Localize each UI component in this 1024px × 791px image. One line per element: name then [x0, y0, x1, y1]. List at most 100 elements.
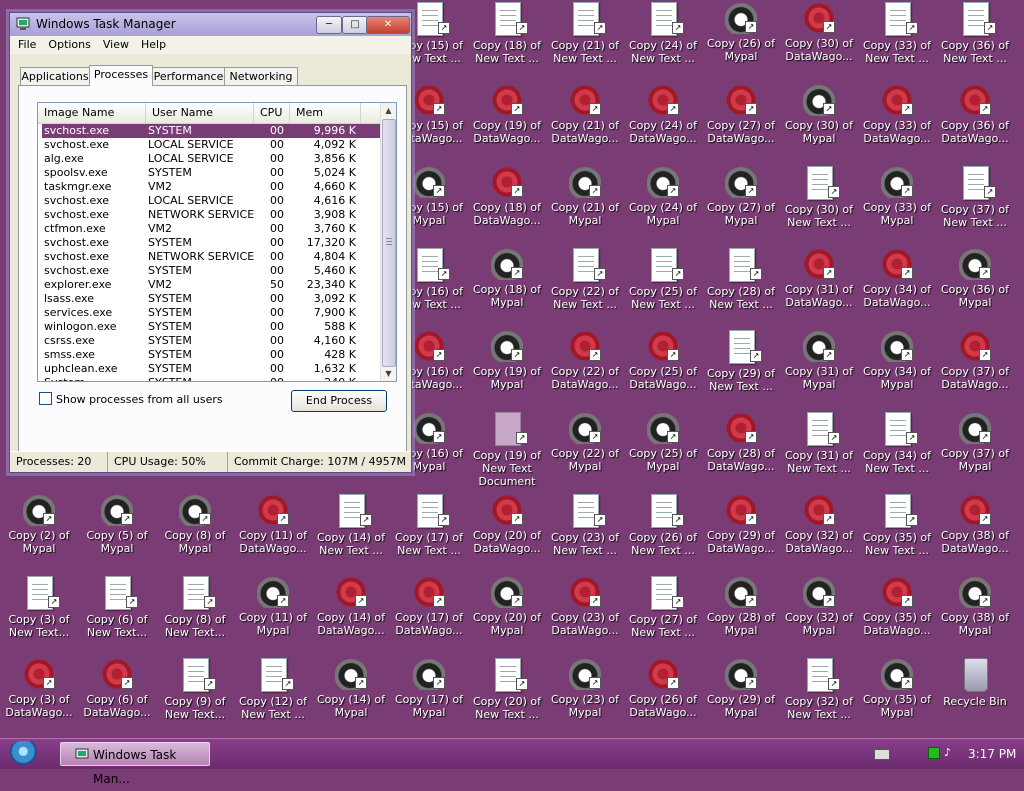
- desktop-icon[interactable]: ↗ Copy (18) of DataWago...: [468, 166, 546, 227]
- desktop-icon[interactable]: ↗ Copy (28) of New Text ...: [702, 248, 780, 311]
- desktop-icon[interactable]: ↗ Copy (31) of Mypal: [780, 330, 858, 391]
- table-row[interactable]: svchost.exe SYSTEM 00 9,996 K: [42, 124, 381, 138]
- scroll-thumb[interactable]: [382, 119, 396, 367]
- desktop-icon[interactable]: ↗ Copy (17) of Mypal: [390, 658, 468, 719]
- desktop-icon[interactable]: ↗ Copy (14) of New Text ...: [312, 494, 390, 557]
- desktop-icon[interactable]: ↗ Copy (20) of DataWago...: [468, 494, 546, 555]
- close-button[interactable]: ✕: [366, 16, 410, 34]
- column-user-name[interactable]: User Name: [146, 103, 254, 123]
- table-row[interactable]: System SYSTEM 00 240 K: [42, 376, 381, 381]
- tab-applications[interactable]: Applications: [20, 67, 90, 85]
- table-row[interactable]: ctfmon.exe VM2 00 3,760 K: [42, 222, 381, 236]
- desktop-icon[interactable]: ↗ Copy (2) of Mypal: [0, 494, 78, 555]
- menu-help[interactable]: Help: [135, 38, 172, 51]
- desktop-icon[interactable]: ↗ Copy (34) of Mypal: [858, 330, 936, 391]
- show-all-users-checkbox[interactable]: Show processes from all users: [39, 392, 223, 406]
- minimize-button[interactable]: ─: [316, 16, 342, 34]
- desktop-icon[interactable]: ↗ Copy (32) of Mypal: [780, 576, 858, 637]
- desktop-icon[interactable]: ↗ Copy (6) of New Text...: [78, 576, 156, 639]
- desktop-icon[interactable]: ↗ Copy (8) of New Text...: [156, 576, 234, 639]
- taskbar-task-manager-button[interactable]: Windows Task Man...: [60, 742, 210, 786]
- table-row[interactable]: svchost.exe NETWORK SERVICE 00 4,804 K: [42, 250, 381, 264]
- desktop-icon[interactable]: ↗ Copy (22) of Mypal: [546, 412, 624, 473]
- desktop-icon[interactable]: ↗ Copy (24) of Mypal: [624, 166, 702, 227]
- column-cpu[interactable]: CPU: [254, 103, 290, 123]
- desktop-icon[interactable]: ↗ Copy (33) of New Text ...: [858, 2, 936, 65]
- desktop-icon[interactable]: ↗ Copy (35) of Mypal: [858, 658, 936, 719]
- desktop-icon[interactable]: ↗ Copy (17) of New Text ...: [390, 494, 468, 557]
- desktop-icon[interactable]: ↗ Copy (19) of DataWago...: [468, 84, 546, 145]
- desktop-icon[interactable]: ↗ Copy (31) of New Text ...: [780, 412, 858, 475]
- desktop-icon[interactable]: ↗ Copy (34) of New Text ...: [858, 412, 936, 475]
- desktop-icon[interactable]: ↗ Copy (19) of New Text Document: [468, 412, 546, 488]
- title-bar[interactable]: Windows Task Manager ─ □ ✕: [10, 13, 411, 36]
- column-image-name[interactable]: Image Name: [38, 103, 146, 123]
- desktop-icon[interactable]: ↗ Copy (21) of DataWago...: [546, 84, 624, 145]
- desktop-icon[interactable]: ↗ Copy (32) of DataWago...: [780, 494, 858, 555]
- desktop-icon[interactable]: ↗ Copy (26) of DataWago...: [624, 658, 702, 719]
- clock[interactable]: 3:17 PM: [968, 739, 1016, 769]
- desktop-icon[interactable]: ↗ Copy (34) of DataWago...: [858, 248, 936, 309]
- desktop-icon[interactable]: ↗ Copy (26) of New Text ...: [624, 494, 702, 557]
- desktop-icon[interactable]: ↗ Copy (27) of DataWago...: [702, 84, 780, 145]
- table-row[interactable]: svchost.exe SYSTEM 00 17,320 K: [42, 236, 381, 250]
- desktop-icon[interactable]: ↗ Copy (23) of Mypal: [546, 658, 624, 719]
- desktop-icon[interactable]: ↗ Copy (28) of DataWago...: [702, 412, 780, 473]
- desktop-icon[interactable]: ↗ Copy (35) of New Text ...: [858, 494, 936, 557]
- desktop-icon[interactable]: ↗ Copy (27) of Mypal: [702, 166, 780, 227]
- desktop-icon[interactable]: ↗ Copy (29) of Mypal: [702, 658, 780, 719]
- desktop-icon[interactable]: ↗ Copy (24) of DataWago...: [624, 84, 702, 145]
- desktop-icon[interactable]: ↗ Copy (14) of Mypal: [312, 658, 390, 719]
- table-row[interactable]: services.exe SYSTEM 00 7,900 K: [42, 306, 381, 320]
- desktop-icon[interactable]: ↗ Copy (12) of New Text ...: [234, 658, 312, 721]
- desktop-icon[interactable]: ↗ Copy (29) of New Text ...: [702, 330, 780, 393]
- desktop-icon[interactable]: ↗ Copy (14) of DataWago...: [312, 576, 390, 637]
- desktop-icon[interactable]: ↗ Copy (26) of Mypal: [702, 2, 780, 63]
- keyboard-icon[interactable]: [874, 749, 890, 760]
- table-row[interactable]: uphclean.exe SYSTEM 00 1,632 K: [42, 362, 381, 376]
- desktop-icon[interactable]: ↗ Copy (29) of DataWago...: [702, 494, 780, 555]
- desktop-icon[interactable]: ↗ Copy (18) of New Text ...: [468, 2, 546, 65]
- desktop-icon[interactable]: ↗ Copy (3) of DataWago...: [0, 658, 78, 719]
- desktop-icon[interactable]: ↗ Copy (11) of Mypal: [234, 576, 312, 637]
- desktop-icon[interactable]: ↗ Copy (6) of DataWago...: [78, 658, 156, 719]
- desktop-icon[interactable]: ↗ Copy (19) of Mypal: [468, 330, 546, 391]
- table-row[interactable]: svchost.exe NETWORK SERVICE 00 3,908 K: [42, 208, 381, 222]
- desktop-icon[interactable]: ↗ Copy (25) of Mypal: [624, 412, 702, 473]
- table-row[interactable]: winlogon.exe SYSTEM 00 588 K: [42, 320, 381, 334]
- desktop-icon[interactable]: ↗ Copy (37) of Mypal: [936, 412, 1014, 473]
- scroll-down-arrow-icon[interactable]: ▼: [381, 366, 396, 381]
- desktop-icon[interactable]: ↗ Copy (5) of Mypal: [78, 494, 156, 555]
- desktop-icon[interactable]: Recycle Bin: [936, 658, 1014, 708]
- desktop-icon[interactable]: ↗ Copy (33) of Mypal: [858, 166, 936, 227]
- desktop-icon[interactable]: ↗ Copy (27) of New Text ...: [624, 576, 702, 639]
- maximize-button[interactable]: □: [342, 16, 368, 34]
- desktop-icon[interactable]: ↗ Copy (22) of DataWago...: [546, 330, 624, 391]
- menu-file[interactable]: File: [12, 38, 42, 51]
- speaker-icon[interactable]: ♪: [944, 746, 954, 760]
- start-button[interactable]: [8, 741, 42, 767]
- network-icon[interactable]: [928, 747, 940, 759]
- desktop-icon[interactable]: ↗ Copy (30) of Mypal: [780, 84, 858, 145]
- desktop-icon[interactable]: ↗ Copy (21) of Mypal: [546, 166, 624, 227]
- end-process-button[interactable]: End Process: [291, 390, 387, 412]
- table-row[interactable]: svchost.exe LOCAL SERVICE 00 4,092 K: [42, 138, 381, 152]
- desktop-icon[interactable]: ↗ Copy (23) of DataWago...: [546, 576, 624, 637]
- table-row[interactable]: explorer.exe VM2 50 23,340 K: [42, 278, 381, 292]
- table-row[interactable]: svchost.exe LOCAL SERVICE 00 4,616 K: [42, 194, 381, 208]
- table-row[interactable]: alg.exe LOCAL SERVICE 00 3,856 K: [42, 152, 381, 166]
- desktop-icon[interactable]: ↗ Copy (25) of DataWago...: [624, 330, 702, 391]
- table-row[interactable]: smss.exe SYSTEM 00 428 K: [42, 348, 381, 362]
- table-row[interactable]: csrss.exe SYSTEM 00 4,160 K: [42, 334, 381, 348]
- desktop-icon[interactable]: ↗ Copy (33) of DataWago...: [858, 84, 936, 145]
- desktop-icon[interactable]: ↗ Copy (22) of New Text ...: [546, 248, 624, 311]
- desktop-icon[interactable]: ↗ Copy (36) of Mypal: [936, 248, 1014, 309]
- desktop-icon[interactable]: ↗ Copy (30) of New Text ...: [780, 166, 858, 229]
- tab-networking[interactable]: Networking: [224, 67, 298, 85]
- vertical-scrollbar[interactable]: ▲ ▼: [380, 103, 396, 381]
- desktop-icon[interactable]: ↗ Copy (3) of New Text...: [0, 576, 78, 639]
- desktop-icon[interactable]: ↗ Copy (32) of New Text ...: [780, 658, 858, 721]
- process-list[interactable]: Image Name User Name CPU Mem Usage svcho…: [37, 102, 397, 382]
- table-row[interactable]: spoolsv.exe SYSTEM 00 5,024 K: [42, 166, 381, 180]
- desktop-icon[interactable]: ↗ Copy (30) of DataWago...: [780, 2, 858, 63]
